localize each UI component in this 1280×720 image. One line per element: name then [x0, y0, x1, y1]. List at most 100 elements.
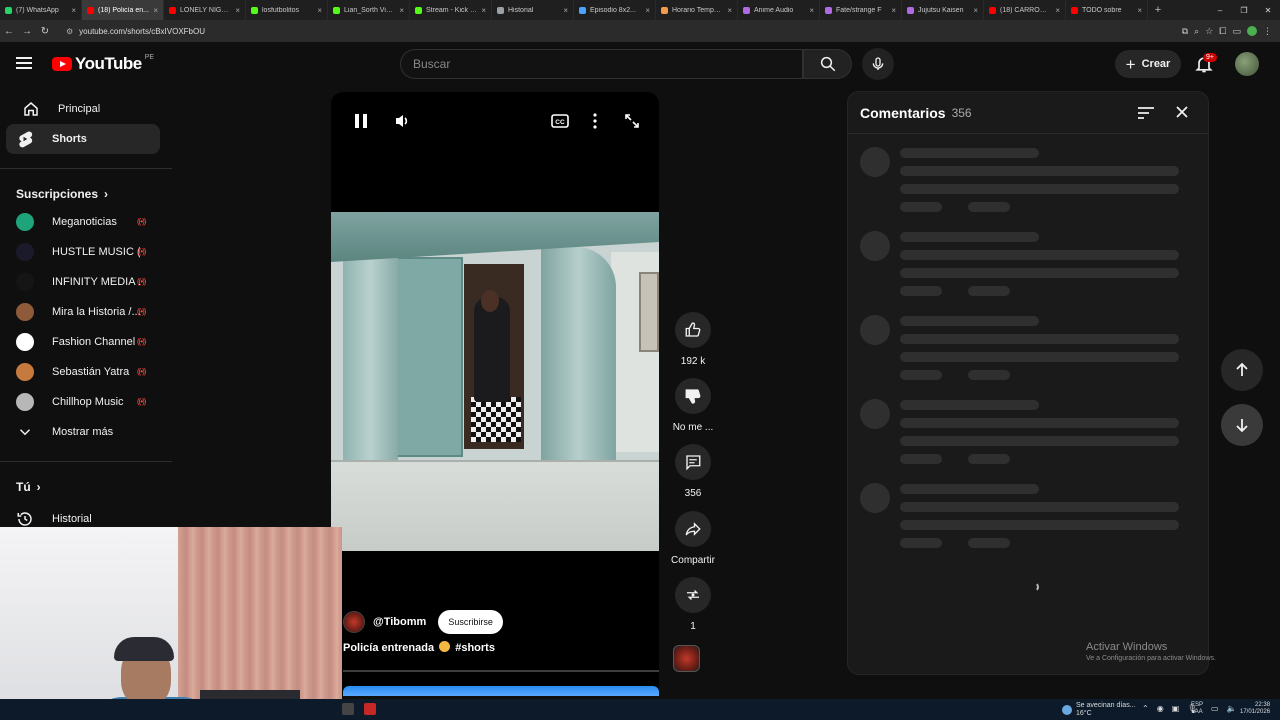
search-box[interactable]: [400, 49, 803, 79]
taskbar-app-icon[interactable]: [364, 703, 376, 715]
browser-tab[interactable]: (7) WhatsApp ×: [0, 0, 82, 20]
create-button[interactable]: + Crear: [1115, 50, 1181, 78]
tab-close-icon[interactable]: ×: [481, 6, 486, 15]
skeleton-bar: [968, 538, 1010, 548]
zoom-icon[interactable]: ⌕: [1194, 26, 1199, 37]
browser-tab[interactable]: Episodio 8x2... ×: [574, 0, 656, 20]
reload-icon[interactable]: ↻: [36, 26, 54, 37]
browser-tab[interactable]: losfutbolitos ×: [246, 0, 328, 20]
tab-close-icon[interactable]: ×: [727, 6, 732, 15]
sidebar-subscription[interactable]: Fashion Channel ((•)): [0, 327, 172, 357]
tab-close-icon[interactable]: ×: [1137, 6, 1142, 15]
search-button[interactable]: [803, 49, 852, 79]
sort-icon[interactable]: [1137, 106, 1155, 120]
back-icon[interactable]: ←: [0, 26, 18, 37]
bookmark-star-icon[interactable]: ☆: [1205, 26, 1213, 37]
tray-app-icon[interactable]: ◉: [1157, 704, 1164, 713]
previous-short-button[interactable]: [1221, 349, 1263, 391]
you-heading[interactable]: Tú ›: [0, 474, 172, 500]
tray-app-icon[interactable]: ▣: [1172, 704, 1180, 713]
browser-tab[interactable]: (18) Policía en... ×: [82, 0, 164, 20]
weather-widget[interactable]: Se avecinan días... 16°C: [1062, 702, 1136, 717]
share-button[interactable]: [675, 511, 711, 547]
browser-tab[interactable]: (18) CARROS DE ×: [984, 0, 1066, 20]
tab-close-icon[interactable]: ×: [891, 6, 896, 15]
tab-close-icon[interactable]: ×: [235, 6, 240, 15]
tab-close-icon[interactable]: ×: [809, 6, 814, 15]
url-field[interactable]: ⚙ youtube.com/shorts/cBxIVOXFbOU: [60, 23, 1176, 39]
new-tab-button[interactable]: +: [1148, 0, 1168, 20]
hashtag-link[interactable]: #shorts: [455, 642, 495, 654]
taskbar-app-icon[interactable]: [342, 703, 354, 715]
speaker-icon[interactable]: 🔈: [1227, 704, 1237, 713]
sidebar-subscription[interactable]: Mira la Historia /... ((•)): [0, 297, 172, 327]
tab-close-icon[interactable]: ×: [563, 6, 568, 15]
browser-tab[interactable]: Historial ×: [492, 0, 574, 20]
next-short-button[interactable]: [1221, 404, 1263, 446]
sidebar-subscription[interactable]: Chillhop Music ((•)): [0, 387, 172, 417]
profile-avatar[interactable]: [1247, 25, 1257, 36]
close-window-button[interactable]: ✕: [1256, 0, 1280, 20]
site-info-icon[interactable]: ⚙: [66, 27, 73, 36]
tab-close-icon[interactable]: ×: [645, 6, 650, 15]
account-avatar[interactable]: [1235, 52, 1259, 76]
tab-close-icon[interactable]: ×: [973, 6, 978, 15]
browser-menu-icon[interactable]: ⋮: [1263, 26, 1272, 37]
youtube-logo[interactable]: YouTube PE: [52, 54, 154, 74]
sidebar-item-shorts[interactable]: Shorts: [6, 124, 160, 154]
channel-name[interactable]: @Tibomm: [373, 616, 426, 628]
network-icon[interactable]: ▭: [1211, 704, 1219, 713]
dislike-button[interactable]: [675, 378, 711, 414]
subscription-name: Fashion Channel: [52, 336, 136, 348]
browser-tab[interactable]: Stream - Kick Da ×: [410, 0, 492, 20]
voice-search-button[interactable]: [862, 48, 894, 80]
comments-button[interactable]: [675, 444, 711, 480]
tab-close-icon[interactable]: ×: [317, 6, 322, 15]
pause-button[interactable]: [353, 110, 369, 132]
like-button[interactable]: [675, 312, 711, 348]
remix-button[interactable]: [675, 577, 711, 613]
extensions-icon[interactable]: ⧠: [1219, 26, 1226, 37]
tab-close-icon[interactable]: ×: [71, 6, 76, 15]
menu-icon[interactable]: [16, 57, 32, 69]
browser-tab[interactable]: Fate/strange F ×: [820, 0, 902, 20]
progress-track[interactable]: [343, 670, 659, 672]
sidebar-subscription[interactable]: Sebastián Yatra ((•)): [0, 357, 172, 387]
clock[interactable]: 22:38 17/01/2026: [1240, 702, 1270, 715]
browser-tab[interactable]: Lian_Sorth Video ×: [328, 0, 410, 20]
show-more-button[interactable]: Mostrar más: [0, 417, 160, 447]
sidebar-subscription[interactable]: Meganoticias ((•)): [0, 207, 172, 237]
shorts-player[interactable]: CC @Tibomm Suscribirse Policía entrenada…: [331, 92, 659, 696]
browser-tab[interactable]: LONELY NIGHT p ×: [164, 0, 246, 20]
maximize-button[interactable]: ❐: [1232, 0, 1256, 20]
tab-close-icon[interactable]: ×: [1055, 6, 1060, 15]
channel-avatar[interactable]: [343, 611, 365, 633]
sidebar-item-principal[interactable]: Principal: [6, 94, 160, 124]
comment-skeleton: [860, 315, 1190, 385]
browser-tab[interactable]: Jujutsu Kaisen ×: [902, 0, 984, 20]
install-icon[interactable]: ⧉: [1182, 26, 1188, 37]
forward-icon[interactable]: →: [18, 26, 36, 37]
tab-close-icon[interactable]: ×: [153, 6, 158, 15]
browser-tab[interactable]: TODO sobre ×: [1066, 0, 1148, 20]
browser-tab[interactable]: Anime Audio ×: [738, 0, 820, 20]
more-options-button[interactable]: [589, 110, 601, 132]
volume-button[interactable]: [393, 110, 411, 132]
video-frame[interactable]: [331, 212, 659, 551]
screen: (7) WhatsApp × (18) Policía en... × LONELY N…: [0, 0, 1280, 720]
subscribe-button[interactable]: Suscribirse: [438, 610, 503, 634]
sound-source-avatar[interactable]: [673, 645, 700, 672]
sidebar-subscription[interactable]: HUSTLE MUSIC (...((•)): [0, 237, 172, 267]
minimize-button[interactable]: –: [1208, 0, 1232, 20]
tray-chevron-icon[interactable]: ⌃: [1142, 704, 1149, 713]
sidebar-toggle-icon[interactable]: ▭: [1232, 26, 1241, 37]
fullscreen-button[interactable]: [623, 110, 641, 132]
sidebar-subscription[interactable]: INFINITY MEDIA ... ((•)): [0, 267, 172, 297]
browser-tab[interactable]: Horario Tempora ×: [656, 0, 738, 20]
search-input[interactable]: [413, 57, 802, 71]
close-icon[interactable]: [1174, 104, 1190, 120]
language-indicator[interactable]: ESP LAA: [1191, 702, 1203, 715]
captions-button[interactable]: CC: [550, 110, 570, 132]
subscriptions-heading[interactable]: Suscripciones ›: [0, 181, 172, 207]
tab-close-icon[interactable]: ×: [399, 6, 404, 15]
